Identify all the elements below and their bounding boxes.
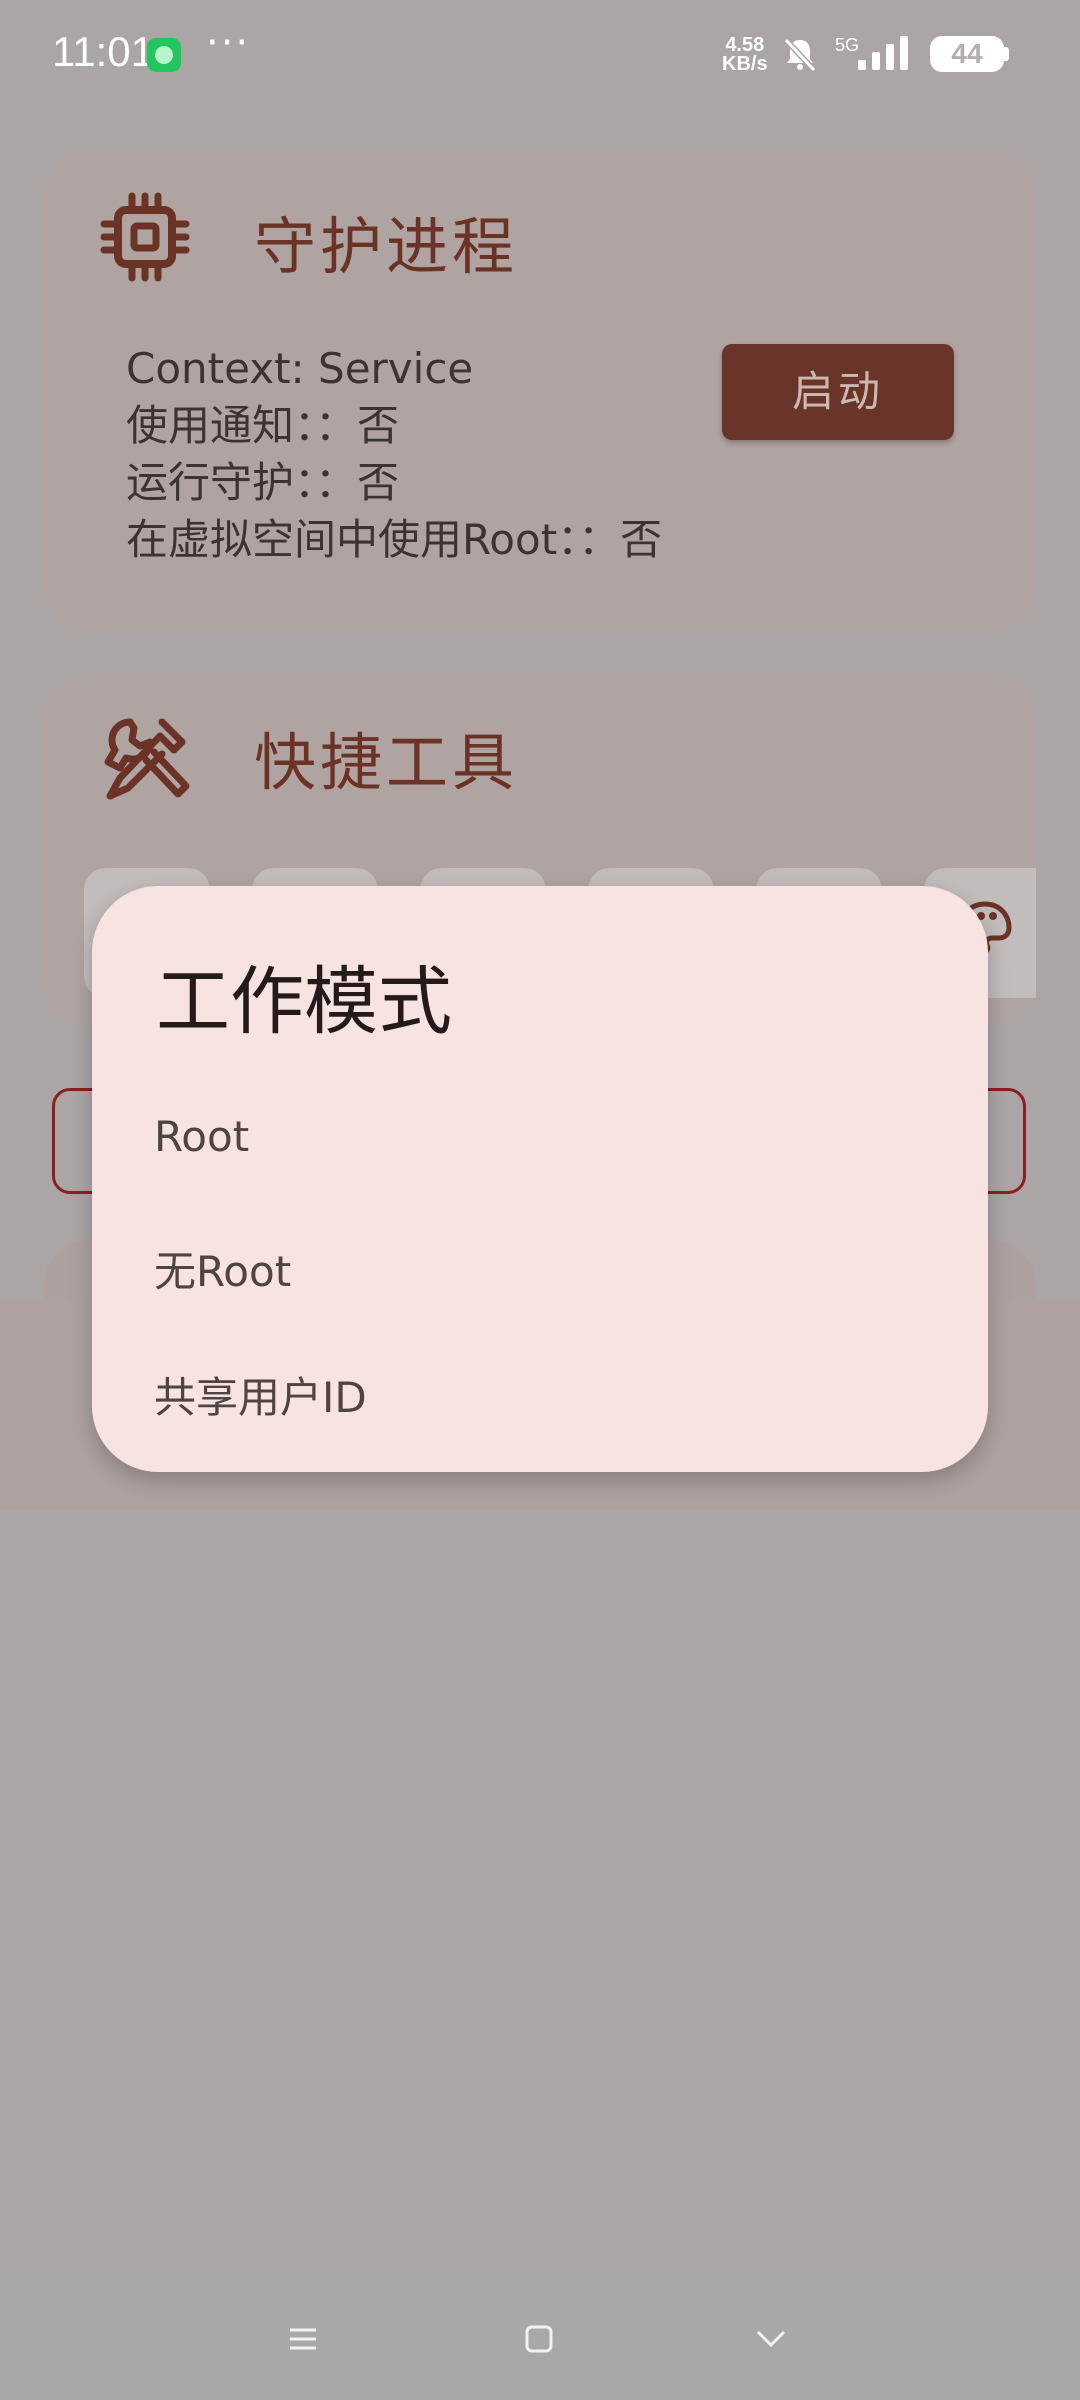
tools-icon: [104, 718, 190, 800]
cpu-chip-icon: [100, 192, 190, 282]
battery-tip: [1004, 47, 1009, 61]
option-shared-user-id[interactable]: 共享用户ID: [92, 1330, 988, 1448]
back-icon[interactable]: [746, 2314, 796, 2364]
daemon-title: 守护进程: [254, 210, 519, 283]
option-label: 共享用户ID: [154, 1373, 367, 1422]
notification-line: 使用通知：：否: [126, 401, 400, 450]
navigation-bar: [0, 2274, 1080, 2400]
menu-icon[interactable]: [278, 2314, 328, 2364]
status-time: 11:01: [52, 28, 154, 75]
network-type: 5G: [835, 35, 860, 55]
dialog-title: 工作模式: [156, 959, 452, 1045]
guard-line: 运行守护：：否: [126, 458, 400, 507]
option-no-root[interactable]: 无Root: [92, 1204, 988, 1322]
battery-icon: 44: [930, 36, 1004, 72]
status-bar: 11:01 ··· 4.58 KB/s 5G 44: [0, 0, 1080, 110]
more-notifications-icon: ···: [206, 20, 251, 66]
daemon-card: 守护进程 Context: Service 使用通知：：否 运行守护：：否 在虚…: [44, 152, 1036, 630]
daemon-info: Context: Service 使用通知：：否 运行守护：：否 在虚拟空间中使…: [126, 340, 662, 568]
messages-notification-icon: [147, 38, 181, 72]
home-icon[interactable]: [514, 2314, 564, 2364]
option-label: 无Root: [154, 1247, 292, 1296]
tools-title: 快捷工具: [254, 726, 519, 799]
option-label: Root: [154, 1112, 250, 1161]
network-speed-unit: KB/s: [722, 53, 768, 75]
option-root[interactable]: Root: [92, 1078, 988, 1196]
network-speed: 4.58 KB/s: [722, 35, 768, 75]
start-button[interactable]: 启动: [722, 344, 954, 440]
context-line: Context: Service: [126, 344, 474, 393]
work-mode-dialog: 工作模式 Root 无Root 共享用户ID: [92, 886, 988, 1472]
virtual-root-line: 在虚拟空间中使用Root：：否: [126, 515, 663, 564]
bell-muted-icon: [783, 37, 817, 73]
signal-icon: [858, 36, 908, 70]
